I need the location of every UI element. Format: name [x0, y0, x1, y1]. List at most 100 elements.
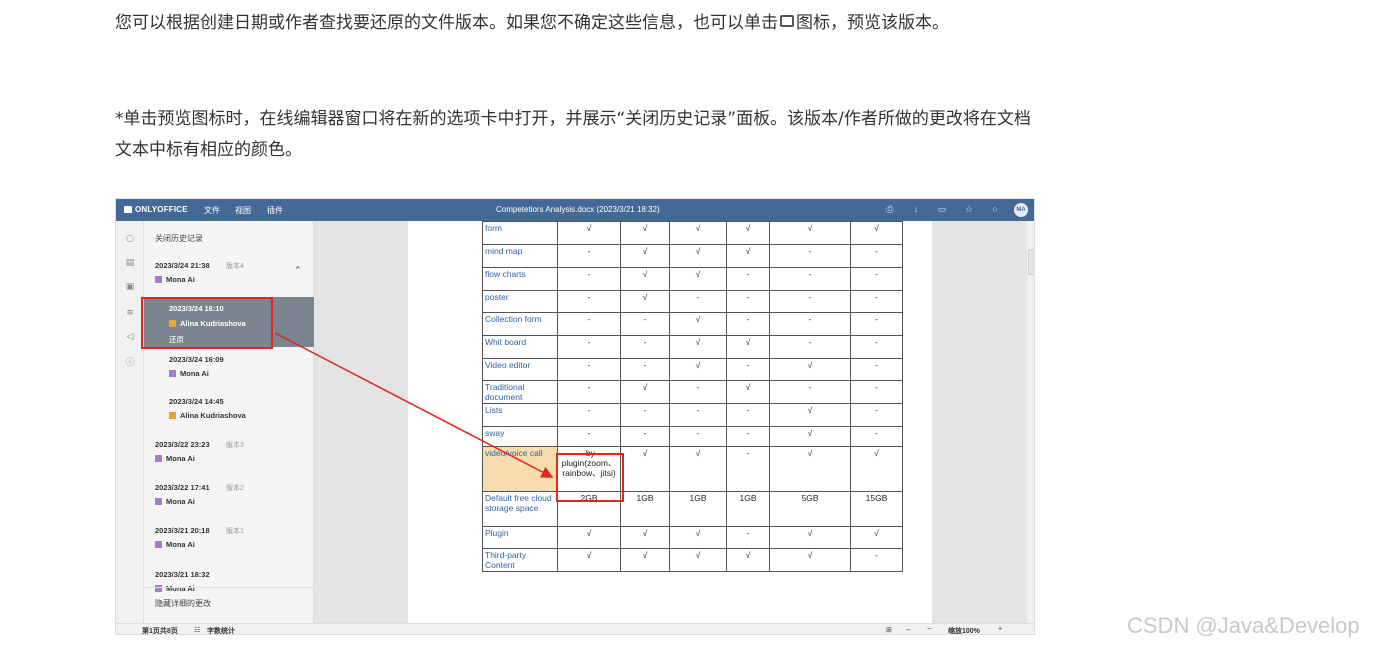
word-count-button[interactable]: 字数统计 [207, 626, 235, 634]
value-cell[interactable]: √ [557, 526, 621, 549]
value-cell[interactable]: - [557, 426, 621, 447]
value-cell[interactable]: - [726, 267, 770, 291]
value-cell[interactable]: - [769, 290, 851, 313]
feature-cell[interactable]: sway [482, 426, 558, 447]
value-cell[interactable]: √ [669, 446, 727, 492]
value-cell[interactable]: √ [769, 426, 851, 447]
value-cell[interactable]: √ [620, 290, 670, 313]
value-cell[interactable]: √ [620, 221, 670, 245]
zoom-in-button[interactable]: + [998, 626, 1002, 633]
value-cell[interactable]: √ [726, 548, 770, 572]
print-icon[interactable]: ⎙ [885, 204, 895, 214]
menu-plugins[interactable]: 插件 [267, 205, 283, 216]
value-cell[interactable]: - [669, 290, 727, 313]
value-cell[interactable]: - [557, 312, 621, 336]
search-icon[interactable]: ○ [990, 204, 1000, 214]
value-cell[interactable]: 15GB [850, 491, 903, 527]
value-cell[interactable]: - [620, 358, 670, 381]
feature-cell[interactable]: Lists [482, 403, 558, 427]
value-cell[interactable]: - [850, 426, 903, 447]
value-cell[interactable]: - [726, 526, 770, 549]
value-cell[interactable]: - [769, 267, 851, 291]
chat-icon[interactable]: ▣ [124, 281, 136, 293]
folder-icon[interactable]: ▭ [937, 204, 947, 214]
value-cell[interactable]: 1GB [669, 491, 727, 527]
value-cell[interactable]: √ [769, 446, 851, 492]
value-cell[interactable]: √ [620, 267, 670, 291]
feature-cell[interactable]: Whit board [482, 335, 558, 359]
feature-cell[interactable]: form [482, 221, 558, 245]
value-cell[interactable]: √ [669, 548, 727, 572]
history-entry[interactable]: 2023/3/24 21:38 版本4 Mona Ai [144, 261, 314, 295]
value-cell[interactable]: - [769, 335, 851, 359]
feature-cell[interactable]: video/voice call [482, 446, 558, 492]
value-cell[interactable]: - [850, 335, 903, 359]
value-cell[interactable]: - [620, 403, 670, 427]
value-cell[interactable]: - [726, 403, 770, 427]
value-cell[interactable]: - [850, 403, 903, 427]
value-cell[interactable]: - [769, 380, 851, 404]
feature-cell[interactable]: Collection form [482, 312, 558, 336]
history-entry[interactable]: 2023/3/22 23:23 版本3 Mona Ai [144, 440, 314, 474]
value-cell[interactable]: √ [669, 358, 727, 381]
value-cell[interactable]: - [620, 335, 670, 359]
hide-changes-button[interactable]: 隐藏详细的更改 [155, 598, 211, 609]
value-cell[interactable]: √ [669, 221, 727, 245]
history-entry[interactable]: 2023/3/24 14:45 Alina Kudriashova [144, 397, 314, 431]
value-cell[interactable]: - [620, 426, 670, 447]
value-cell[interactable]: √ [769, 403, 851, 427]
info-icon[interactable]: ⓘ [124, 357, 136, 369]
value-cell[interactable]: - [557, 335, 621, 359]
value-cell[interactable]: √ [726, 335, 770, 359]
value-cell[interactable]: - [669, 426, 727, 447]
value-cell[interactable]: - [726, 446, 770, 492]
value-cell[interactable]: √ [726, 221, 770, 245]
value-cell[interactable]: - [726, 358, 770, 381]
feature-cell[interactable]: Traditional document [482, 380, 558, 404]
value-cell[interactable]: √ [726, 244, 770, 268]
value-cell[interactable]: √ [850, 446, 903, 492]
comment-icon[interactable]: ▤ [124, 257, 136, 269]
value-cell[interactable]: - [620, 312, 670, 336]
feature-cell[interactable]: Video editor [482, 358, 558, 381]
headings-icon[interactable]: ≡ [124, 307, 136, 319]
value-cell[interactable]: - [769, 244, 851, 268]
value-cell[interactable]: - [850, 312, 903, 336]
value-cell[interactable]: √ [669, 244, 727, 268]
value-cell[interactable]: √ [669, 267, 727, 291]
scroll-thumb[interactable] [1028, 249, 1034, 275]
menu-file[interactable]: 文件 [204, 205, 220, 216]
value-cell[interactable]: √ [769, 358, 851, 381]
value-cell[interactable]: √ [557, 221, 621, 245]
value-cell[interactable]: √ [620, 380, 670, 404]
value-cell[interactable]: - [669, 380, 727, 404]
value-cell[interactable]: - [850, 548, 903, 572]
value-cell[interactable]: √ [669, 526, 727, 549]
value-cell[interactable]: - [726, 426, 770, 447]
value-cell[interactable]: - [669, 403, 727, 427]
value-cell[interactable]: - [769, 312, 851, 336]
value-cell[interactable]: - [850, 380, 903, 404]
value-cell[interactable]: √ [620, 548, 670, 572]
feature-cell[interactable]: poster [482, 290, 558, 313]
value-cell[interactable]: - [726, 290, 770, 313]
value-cell[interactable]: - [557, 380, 621, 404]
avatar[interactable]: MA [1014, 203, 1028, 217]
download-icon[interactable]: ↓ [911, 204, 921, 214]
value-cell[interactable]: √ [769, 548, 851, 572]
feature-cell[interactable]: mind map [482, 244, 558, 268]
value-cell[interactable]: √ [850, 221, 903, 245]
value-cell[interactable]: - [850, 267, 903, 291]
search-icon[interactable]: ○ [124, 233, 136, 245]
value-cell[interactable]: √ [620, 244, 670, 268]
history-entry[interactable]: 2023/3/21 18:32 Mona Ai [144, 570, 314, 598]
feature-cell[interactable]: Plugin [482, 526, 558, 549]
value-cell[interactable]: - [557, 244, 621, 268]
speaker-icon[interactable]: ◁ [124, 331, 136, 343]
value-cell[interactable]: √ [557, 548, 621, 572]
value-cell[interactable]: √ [726, 380, 770, 404]
value-cell[interactable]: 1GB [620, 491, 670, 527]
value-cell[interactable]: √ [669, 335, 727, 359]
vertical-scrollbar[interactable] [1027, 221, 1034, 623]
value-cell[interactable]: - [557, 358, 621, 381]
